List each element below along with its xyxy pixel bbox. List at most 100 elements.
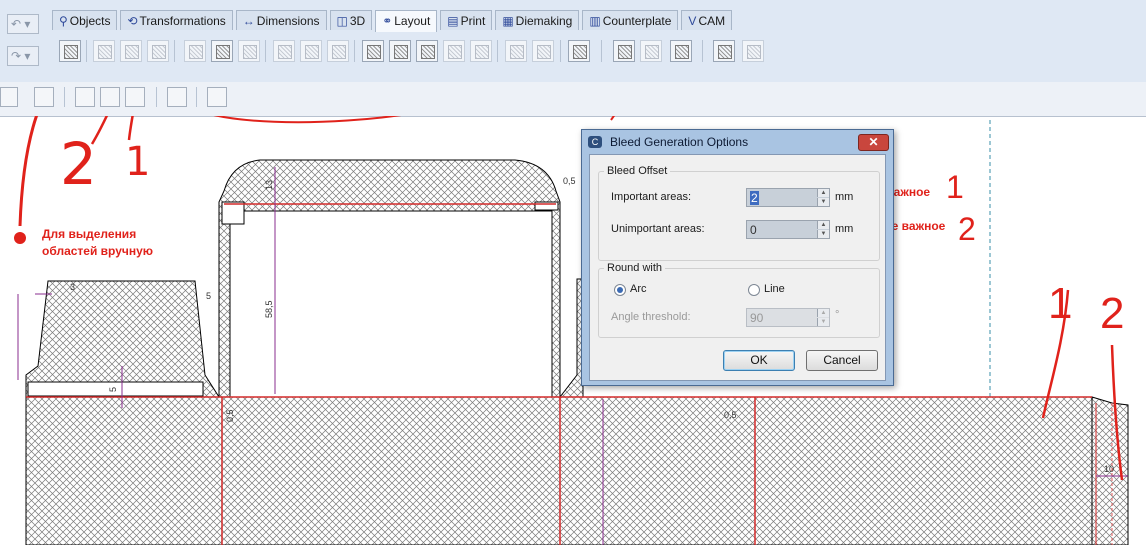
annotation-number-1: 1: [125, 139, 151, 185]
layout-icon: ⚭: [382, 14, 393, 28]
drawing-canvas[interactable]: 13 58,5 0,5 0,5 0,5 5 5 10 3: [0, 116, 1146, 545]
angle-threshold-input[interactable]: 90 ▲ ▼: [746, 308, 830, 327]
arc-radio[interactable]: [614, 284, 626, 296]
dimension-label: 3: [70, 282, 75, 292]
annotation-number-2: 2: [1100, 289, 1125, 338]
toolbar-separator: [354, 40, 355, 62]
layout-tool-button[interactable]: [327, 40, 349, 62]
layout-tool-button[interactable]: [613, 40, 635, 62]
spin-up-icon[interactable]: ▲: [817, 309, 829, 317]
layout-tool-button[interactable]: [147, 40, 169, 62]
layout-tool-button[interactable]: [300, 40, 322, 62]
tab-diemaking[interactable]: ▦ Diemaking: [495, 10, 580, 30]
important-areas-input[interactable]: 2 ▲ ▼: [746, 188, 830, 207]
angle-threshold-label: Angle threshold:: [611, 311, 691, 323]
annotation-stroke: [18, 116, 39, 227]
layout-tool-button[interactable]: [362, 40, 384, 62]
layout-tool-button[interactable]: [505, 40, 527, 62]
layout-tool-button[interactable]: [568, 40, 590, 62]
bleed-offset-legend: Bleed Offset: [607, 165, 668, 177]
spin-up-icon[interactable]: ▲: [817, 189, 829, 197]
ok-button[interactable]: OK: [723, 350, 795, 371]
layout-tool-button[interactable]: [59, 40, 81, 62]
manual-selection-button[interactable]: [34, 87, 54, 107]
spin-down-icon[interactable]: ▼: [817, 198, 829, 206]
annotation-stroke: [127, 116, 134, 141]
tab-dimensions[interactable]: ↔ Dimensions: [235, 10, 327, 30]
unimportant-area-button[interactable]: [100, 87, 120, 107]
layout-tool-button[interactable]: [470, 40, 492, 62]
bleed-generation-button[interactable]: [167, 87, 187, 107]
redo-button[interactable]: ↷ ▾: [7, 46, 39, 66]
no-fill-button[interactable]: [75, 87, 95, 107]
image-button[interactable]: [207, 87, 227, 107]
layout-tool-button[interactable]: [93, 40, 115, 62]
annotation-number-2: 2: [60, 130, 97, 198]
layout-tool-button[interactable]: [273, 40, 295, 62]
tab-counterplate[interactable]: ▥ Counterplate: [582, 10, 679, 30]
app-icon: C: [588, 136, 602, 148]
unimportant-areas-value: 0: [750, 223, 757, 237]
annotation-manual-selection: Для выделения областей вручную: [42, 227, 154, 258]
diemaking-icon: ▦: [502, 14, 514, 28]
cancel-button[interactable]: Cancel: [806, 350, 878, 371]
important-area-button[interactable]: [125, 87, 145, 107]
close-button[interactable]: ✕: [858, 134, 889, 151]
tab-3d[interactable]: ◫ 3D: [329, 10, 373, 30]
window-panel: [229, 210, 553, 398]
toolbar-separator: [174, 40, 175, 62]
dimension-label: 0,5: [225, 409, 235, 422]
layout-tool-button[interactable]: [640, 40, 662, 62]
annotation-number-1: 1: [946, 169, 964, 205]
layout-tool-button[interactable]: [120, 40, 142, 62]
toolbar-separator: [64, 87, 65, 107]
layout-tool-button[interactable]: [238, 40, 260, 62]
layout-tool-button[interactable]: [713, 40, 735, 62]
bleed-generation-dialog: C Bleed Generation Options ✕ Bleed Offse…: [581, 129, 894, 386]
toolbar-separator: [265, 40, 266, 62]
tab-layout[interactable]: ⚭ Layout: [375, 10, 438, 32]
tab-label: Objects: [69, 14, 111, 28]
layout-tool-button[interactable]: [742, 40, 764, 62]
toolbar-separator: [560, 40, 561, 62]
round-with-legend: Round with: [607, 262, 663, 274]
layout-tool-button[interactable]: [211, 40, 233, 62]
annotation-number-1: 1: [1048, 279, 1073, 328]
layout-tool-button[interactable]: [416, 40, 438, 62]
bleed-offset-group: Bleed Offset: [598, 165, 880, 261]
degree-label: °: [835, 309, 840, 321]
spin-down-icon[interactable]: ▼: [817, 318, 829, 326]
tab-label: 3D: [349, 14, 366, 28]
tab-objects[interactable]: ⚲ Objects: [52, 10, 118, 30]
layout-tool-button[interactable]: [532, 40, 554, 62]
tab-label: Print: [460, 14, 486, 28]
cube-icon: ◫: [336, 14, 348, 28]
annotation-dot: [14, 232, 26, 244]
line-radio[interactable]: [748, 284, 760, 296]
notch-left: [221, 201, 245, 225]
toolbar-separator: [196, 87, 197, 107]
undo-button[interactable]: ↶ ▾: [7, 14, 39, 34]
dimension-label: 58,5: [264, 300, 274, 318]
arc-label: Arc: [630, 283, 647, 295]
box-body: [25, 396, 1093, 545]
tab-cam[interactable]: V CAM: [681, 10, 733, 30]
spin-up-icon[interactable]: ▲: [817, 221, 829, 229]
layout-tool-button[interactable]: [389, 40, 411, 62]
tab-label: Counterplate: [602, 14, 672, 28]
dimension-label: 13: [264, 180, 274, 190]
layout-tool-button[interactable]: [443, 40, 465, 62]
toolbar-separator: [702, 40, 703, 62]
layout-tool-button[interactable]: [670, 40, 692, 62]
unimportant-areas-input[interactable]: 0 ▲ ▼: [746, 220, 830, 239]
tab-transformations[interactable]: ⟲ Transformations: [120, 10, 233, 30]
panel-toggle-button[interactable]: [0, 87, 18, 107]
annotation-number-2: 2: [958, 211, 976, 247]
toolbar-separator: [497, 40, 498, 62]
print-icon: ▤: [447, 14, 459, 28]
tab-print[interactable]: ▤ Print: [440, 10, 493, 30]
spin-down-icon[interactable]: ▼: [817, 230, 829, 238]
transformations-icon: ⟲: [127, 14, 138, 28]
tab-label: Transformations: [139, 14, 226, 28]
layout-tool-button[interactable]: [184, 40, 206, 62]
